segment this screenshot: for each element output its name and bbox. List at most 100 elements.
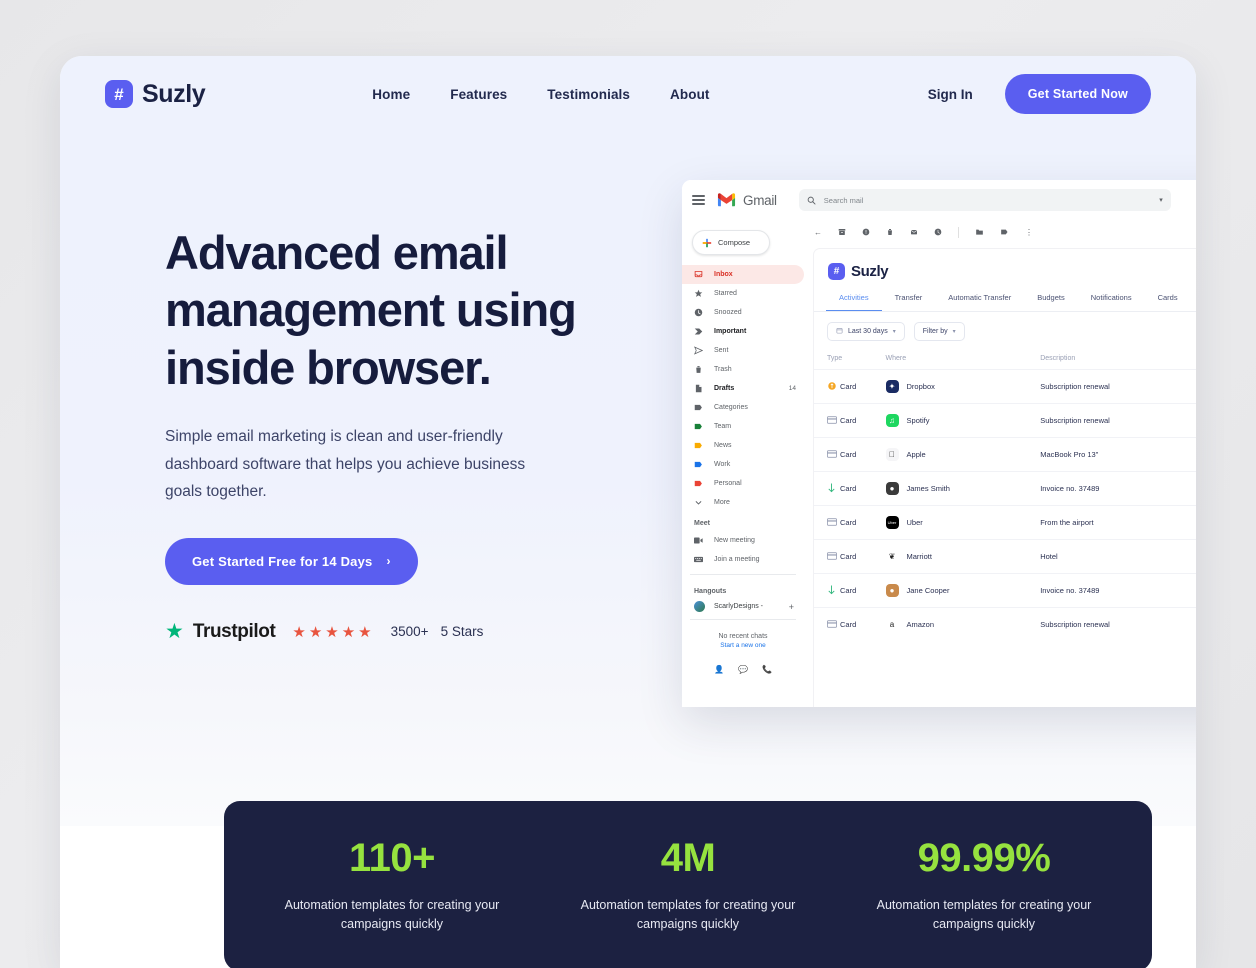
cell-type-icon [814,505,840,540]
table-row[interactable]: Card ✦ Dropbox Subscription renewal- [814,369,1196,404]
trash-icon [694,365,703,374]
nav-link-home[interactable]: Home [372,87,410,102]
sidebar-item-categories[interactable]: Categories [682,398,804,417]
filter-last-30-days[interactable]: Last 30 days ▾ [827,322,905,341]
nav-link-features[interactable]: Features [450,87,507,102]
nav-actions: Sign In Get Started Now [928,74,1151,114]
cell-type: Card [840,573,873,608]
get-started-now-button[interactable]: Get Started Now [1004,74,1151,114]
stat-value: 99.99% [917,835,1051,880]
snooze-icon[interactable] [934,228,942,236]
stat-value: 110+ [349,835,435,880]
sidebar-item-inbox[interactable]: Inbox [682,265,804,284]
cell-type-icon [814,471,840,506]
tab-transfer[interactable]: Transfer [882,293,936,311]
label-icon [694,479,703,488]
delete-icon[interactable] [886,228,894,236]
mark-unread-icon[interactable] [910,228,918,236]
sidebar-item-personal[interactable]: Personal [682,474,804,493]
sidebar-item-important[interactable]: Important [682,322,804,341]
nav-link-testimonials[interactable]: Testimonials [547,87,630,102]
table-row[interactable]: Card a Amazon Subscription renewal [814,607,1196,641]
column-header-where: Where [885,355,907,362]
table-row[interactable]: Card  Apple MacBook Pro 13"- $ [814,437,1196,472]
tab-budgets[interactable]: Budgets [1024,293,1078,311]
compose-button[interactable]: Compose [692,230,770,255]
toolbar-divider [958,226,959,238]
calendar-icon [836,327,843,336]
brand-logo[interactable]: # Suzly [105,80,206,109]
tab-activities[interactable]: Activities [826,293,882,311]
tab-cards[interactable]: Cards [1145,293,1191,311]
search-options-icon[interactable]: ▾ [1159,196,1163,204]
table-row[interactable]: Card ❦ Marriott Hotel- [814,539,1196,574]
cell-type-icon [814,403,840,438]
phone-icon[interactable]: 📞 [762,665,772,674]
table-row[interactable]: Card ● James Smith Invoice no. 37489 [814,471,1196,506]
merchant-name: Dropbox [906,382,935,391]
sign-in-link[interactable]: Sign In [928,87,973,102]
column-header-description: Description [1040,355,1076,362]
tab-automatic-transfer[interactable]: Automatic Transfer [935,293,1024,311]
column-header-type: Type [827,355,843,362]
gmail-wordmark: Gmail [743,192,777,208]
archive-icon[interactable] [838,228,846,236]
search-icon [807,196,816,205]
table-row[interactable]: Card ♫ Spotify Subscription renewal [814,403,1196,438]
meet-join-meeting[interactable]: Join a meeting [682,550,804,569]
get-started-free-button[interactable]: Get Started Free for 14 Days › [165,537,418,585]
nav-link-about[interactable]: About [670,87,709,102]
filter-filter-by[interactable]: Filter by ▾ [913,322,965,341]
sidebar-item-drafts[interactable]: Drafts 14 [682,379,804,398]
sidebar-item-snoozed[interactable]: Snoozed [682,303,804,322]
add-icon[interactable]: + [789,602,794,612]
app-brand-logo: # Suzly [814,249,1196,280]
stat-description: Automation templates for creating your c… [876,897,1092,931]
merchant-logo-icon: ❦ [885,550,899,563]
sidebar-item-starred[interactable]: Starred [682,284,804,303]
sidebar-item-news[interactable]: News [682,436,804,455]
cell-where: ● Jane Cooper [872,573,1028,608]
hangouts-section-title: Hangouts [694,588,727,595]
search-placeholder: Search mail [823,195,864,205]
table-row[interactable]: Card ● Jane Cooper Invoice no. 37489+ [814,573,1196,608]
hamburger-menu-icon[interactable] [692,195,705,205]
sidebar-item-sent[interactable]: Sent [682,341,804,360]
more-options-icon[interactable]: ⋮ [1025,228,1033,237]
cell-amount [1192,505,1196,540]
hangouts-footer-icons: 👤 💬 📞 [682,665,804,674]
back-arrow-icon[interactable]: ← [814,228,822,237]
sidebar-item-trash[interactable]: Trash [682,360,804,379]
stat-item: 99.99% Automation templates for creating … [836,838,1132,935]
tab-notifications[interactable]: Notifications [1078,293,1145,311]
sidebar-item-work[interactable]: Work [682,455,804,474]
sidebar-item-label: Personal [714,480,742,487]
cell-where: Uber Uber [872,505,1028,540]
cell-amount [1192,607,1196,641]
sidebar-item-team[interactable]: Team [682,417,804,436]
gmail-toolbar: ← ⋮ [804,220,1196,244]
sidebar-item-more[interactable]: More [682,493,804,512]
start-new-chat-link[interactable]: Start a new one [682,642,804,649]
cell-description: Invoice no. 37489 [1027,573,1193,608]
sidebar-item-label: Trash [714,366,732,373]
report-spam-icon[interactable] [862,228,870,236]
merchant-logo-icon: ✦ [885,380,899,393]
search-input[interactable]: Search mail ▾ [798,189,1171,211]
meet-new-meeting[interactable]: New meeting [682,531,804,550]
gmail-app-mockup: Gmail Search mail ▾ Compose Inbox Starre… [682,180,1196,707]
labels-icon[interactable] [1000,228,1009,236]
merchant-name: Uber [906,518,923,527]
keyboard-icon [694,555,703,564]
cell-type: Card [840,539,873,574]
merchant-name: Spotify [906,416,930,425]
gmail-main-pane: ← ⋮ # Suzly Activities Transfer Automati… [804,220,1196,707]
person-icon[interactable]: 👤 [714,665,724,674]
gmail-nav-list: Inbox Starred Snoozed Important Sent Trash Dra… [682,265,804,512]
chat-icon[interactable]: 💬 [738,665,748,674]
move-to-icon[interactable] [975,228,984,236]
table-row[interactable]: Card Uber Uber From the airport [814,505,1196,540]
hash-icon: # [105,80,133,108]
chevron-down-icon: ▾ [892,329,896,335]
hangouts-account-row[interactable]: ScarlyDesigns - + [682,599,804,614]
